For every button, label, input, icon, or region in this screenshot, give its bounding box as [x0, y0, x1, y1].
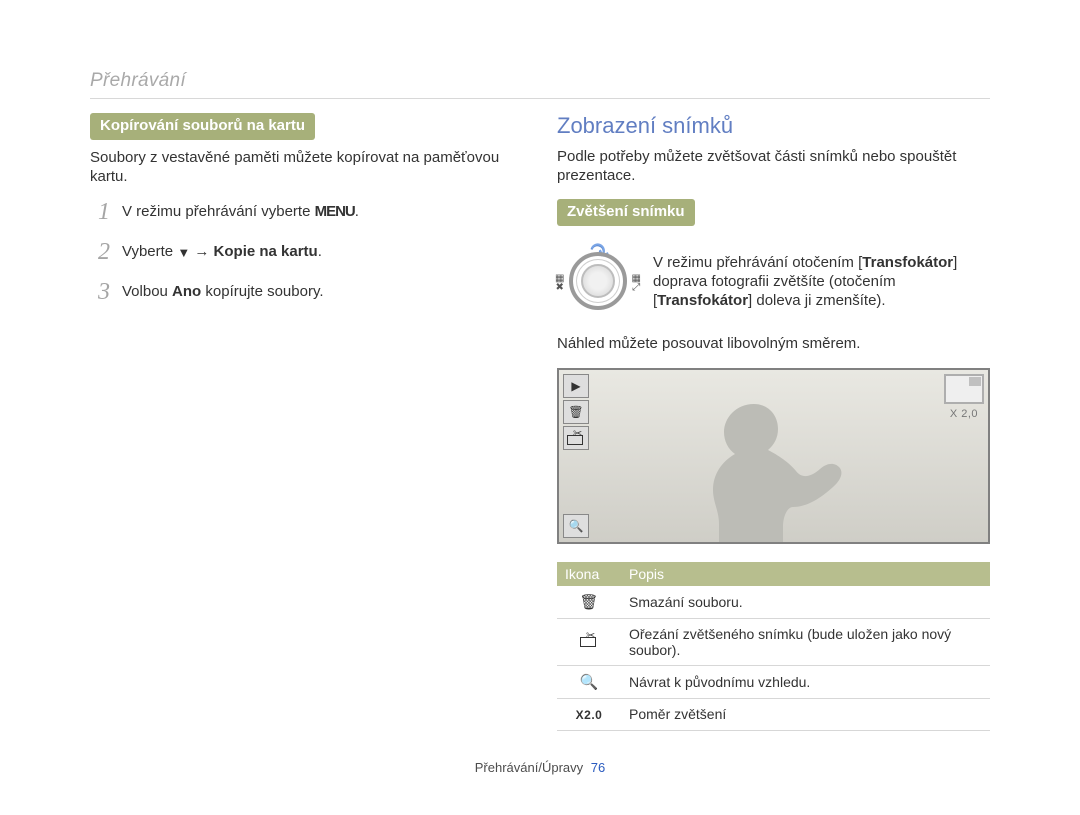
dial-right-icons: ▦⤢ — [632, 274, 641, 292]
step-text: Volbou Ano kopírujte soubory. — [122, 280, 324, 300]
preview-caption: Náhled můžete posouvat libovolným směrem… — [557, 334, 990, 353]
child-silhouette — [659, 392, 859, 542]
preview-sidebar: ▶ 🗑 🔍 — [563, 374, 589, 538]
divider — [90, 98, 990, 99]
dial-graphic: ↷ ▦✖ ▦⤢ — [557, 240, 639, 322]
step-number: 2 — [90, 240, 118, 264]
step-1: 1 V režimu přehrávání vyberte MENU. — [90, 200, 523, 224]
th-desc: Popis — [621, 562, 990, 586]
bold-text: Transfokátor — [657, 292, 748, 309]
icon-table: Ikona Popis 🗑 Smazání souboru. Ořezání z… — [557, 562, 990, 731]
step-3: 3 Volbou Ano kopírujte soubory. — [90, 280, 523, 304]
heading-view-images: Zobrazení snímků — [557, 113, 990, 139]
text: → — [190, 243, 213, 260]
zoom-ratio-icon: X2.0 — [557, 698, 621, 730]
footer: Přehrávání/Úpravy 76 — [90, 760, 990, 775]
cell-desc: Návrat k původnímu vzhledu. — [621, 665, 990, 698]
section-title-enlarge: Zvětšení snímku — [557, 199, 695, 226]
step-number: 1 — [90, 200, 118, 224]
dial-left-icons: ▦✖ — [555, 274, 564, 292]
minimap-thumbnail — [944, 374, 984, 404]
text: Vyberte — [122, 243, 177, 260]
magnifier-icon: 🔍 — [563, 514, 589, 538]
table-row: 🔍 Návrat k původnímu vzhledu. — [557, 665, 990, 698]
step-2: 2 Vyberte ▼ → Kopie na kartu. — [90, 240, 523, 264]
chevron-down-icon: ▼ — [177, 245, 190, 260]
bold-text: Ano — [172, 283, 201, 300]
text: . — [318, 243, 322, 260]
two-column-layout: Kopírování souborů na kartu Soubory z ve… — [90, 113, 990, 731]
text: ] doleva ji zmenšíte). — [748, 292, 886, 309]
table-row: 🗑 Smazání souboru. — [557, 586, 990, 619]
th-icon: Ikona — [557, 562, 621, 586]
zoom-dial-diagram: ↷ ▦✖ ▦⤢ V režimu přehrávání otočením [Tr… — [557, 240, 990, 322]
text: V režimu přehrávání otočením [ — [653, 254, 862, 271]
footer-section: Přehrávání/Úpravy — [475, 760, 583, 775]
step-text: V režimu přehrávání vyberte MENU. — [122, 200, 359, 220]
trash-icon: 🗑 — [563, 400, 589, 424]
dial-description: V režimu přehrávání otočením [Transfokát… — [653, 253, 990, 311]
crop-icon — [557, 618, 621, 665]
breadcrumb: Přehrávání — [90, 70, 990, 92]
zoom-level-label: X 2,0 — [950, 408, 978, 420]
preview-frame: ▶ 🗑 🔍 X 2,0 — [557, 368, 990, 544]
table-row: X2.0 Poměr zvětšení — [557, 698, 990, 730]
text: Volbou — [122, 283, 172, 300]
step-text: Vyberte ▼ → Kopie na kartu. — [122, 240, 322, 260]
cell-desc: Poměr zvětšení — [621, 698, 990, 730]
trash-icon: 🗑 — [557, 586, 621, 619]
bold-text: Transfokátor — [862, 254, 953, 271]
left-column: Kopírování souborů na kartu Soubory z ve… — [90, 113, 523, 731]
step-number: 3 — [90, 280, 118, 304]
footer-page-number: 76 — [591, 760, 605, 775]
text: kopírujte soubory. — [201, 283, 323, 300]
steps-list: 1 V režimu přehrávání vyberte MENU. 2 Vy… — [90, 200, 523, 304]
play-icon: ▶ — [563, 374, 589, 398]
magnifier-icon: 🔍 — [557, 665, 621, 698]
intro-text: Podle potřeby můžete zvětšovat části sní… — [557, 147, 990, 185]
text: . — [355, 203, 359, 220]
section-title-copy-files: Kopírování souborů na kartu — [90, 113, 315, 140]
page: Přehrávání Kopírování souborů na kartu S… — [90, 70, 990, 775]
cell-desc: Smazání souboru. — [621, 586, 990, 619]
menu-icon: MENU — [315, 203, 355, 220]
intro-text: Soubory z vestavěné paměti můžete kopíro… — [90, 148, 523, 186]
cell-desc: Ořezání zvětšeného snímku (bude uložen j… — [621, 618, 990, 665]
bold-text: Kopie na kartu — [214, 243, 318, 260]
text: V režimu přehrávání vyberte — [122, 203, 315, 220]
right-column: Zobrazení snímků Podle potřeby můžete zv… — [557, 113, 990, 731]
table-row: Ořezání zvětšeného snímku (bude uložen j… — [557, 618, 990, 665]
crop-icon — [563, 426, 589, 450]
